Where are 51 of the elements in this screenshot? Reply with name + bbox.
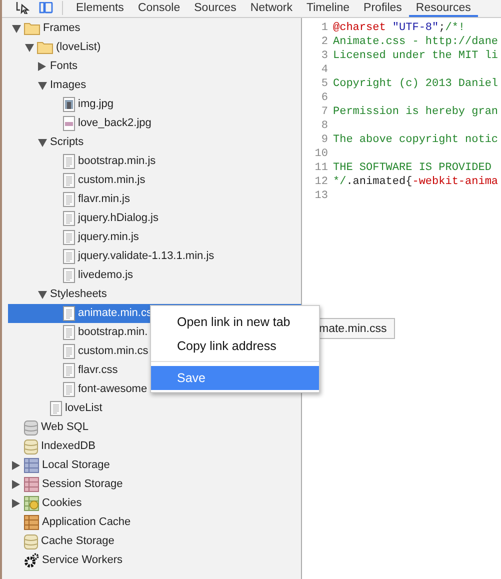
line-number: 1 bbox=[320, 22, 329, 34]
tree-label: love_back2.jpg bbox=[78, 116, 152, 131]
tree-label: Application Cache bbox=[42, 515, 131, 530]
line-number: 11 bbox=[314, 162, 329, 174]
tooltip: mate.min.css bbox=[319, 318, 395, 339]
code-line: Licensed under the MIT li bbox=[333, 50, 498, 62]
tree-label: loveList bbox=[65, 401, 102, 416]
tree-label: Session Storage bbox=[42, 477, 123, 492]
tree-label: Images bbox=[50, 78, 86, 93]
code-line: */.animated{-webkit-anima bbox=[333, 176, 498, 188]
tree-label: Frames bbox=[43, 21, 80, 36]
tree-label: animate.min.cs bbox=[78, 306, 152, 321]
line-number: 12 bbox=[314, 176, 329, 188]
tree-label: jquery.hDialog.js bbox=[78, 211, 159, 226]
line-number: 6 bbox=[320, 92, 329, 104]
tree-label: jquery.validate-1.13.1.min.js bbox=[78, 249, 214, 264]
tree-label: (loveList) bbox=[56, 40, 101, 55]
tree-label: flavr.css bbox=[78, 363, 118, 378]
code-line: Animate.css - http://dane bbox=[333, 36, 498, 48]
code-line: THE SOFTWARE IS PROVIDED bbox=[333, 162, 492, 174]
line-number: 3 bbox=[320, 50, 329, 62]
tree-label: livedemo.js bbox=[78, 268, 134, 283]
line-number: 5 bbox=[320, 78, 329, 90]
line-number: 7 bbox=[320, 106, 329, 118]
code-line: Copyright (c) 2013 Daniel bbox=[333, 78, 498, 90]
line-number: 8 bbox=[320, 120, 329, 132]
tree-label: Cookies bbox=[42, 496, 82, 511]
tree-label: bootstrap.min.js bbox=[78, 154, 156, 169]
tree-label: custom.min.cs bbox=[78, 344, 148, 359]
tree-label: jquery.min.js bbox=[78, 230, 139, 245]
tree-label: flavr.min.js bbox=[78, 192, 130, 207]
tree-label: img.jpg bbox=[78, 97, 114, 112]
tree-label: IndexedDB bbox=[41, 439, 96, 454]
code-line: The above copyright notic bbox=[333, 134, 498, 146]
tree-label: Fonts bbox=[50, 59, 78, 74]
tree-label: custom.min.js bbox=[78, 173, 146, 188]
line-number: 2 bbox=[320, 36, 329, 48]
tree-label: Scripts bbox=[50, 135, 84, 150]
tree-label: font-awesome bbox=[78, 382, 148, 397]
line-number: 9 bbox=[320, 134, 329, 146]
code-line: Permission is hereby gran bbox=[333, 106, 498, 118]
tree-label: Stylesheets bbox=[50, 287, 107, 302]
line-number: 10 bbox=[314, 148, 329, 160]
line-number: 13 bbox=[314, 190, 329, 202]
code-line: @charset "UTF-8";/*! bbox=[333, 22, 466, 34]
tree-label: Service Workers bbox=[42, 553, 122, 568]
line-number: 4 bbox=[320, 64, 329, 76]
tree-label: Cache Storage bbox=[41, 534, 114, 549]
tree-label: Web SQL bbox=[41, 420, 88, 435]
tree-label: bootstrap.min. bbox=[78, 325, 148, 340]
tree-label: Local Storage bbox=[42, 458, 110, 473]
